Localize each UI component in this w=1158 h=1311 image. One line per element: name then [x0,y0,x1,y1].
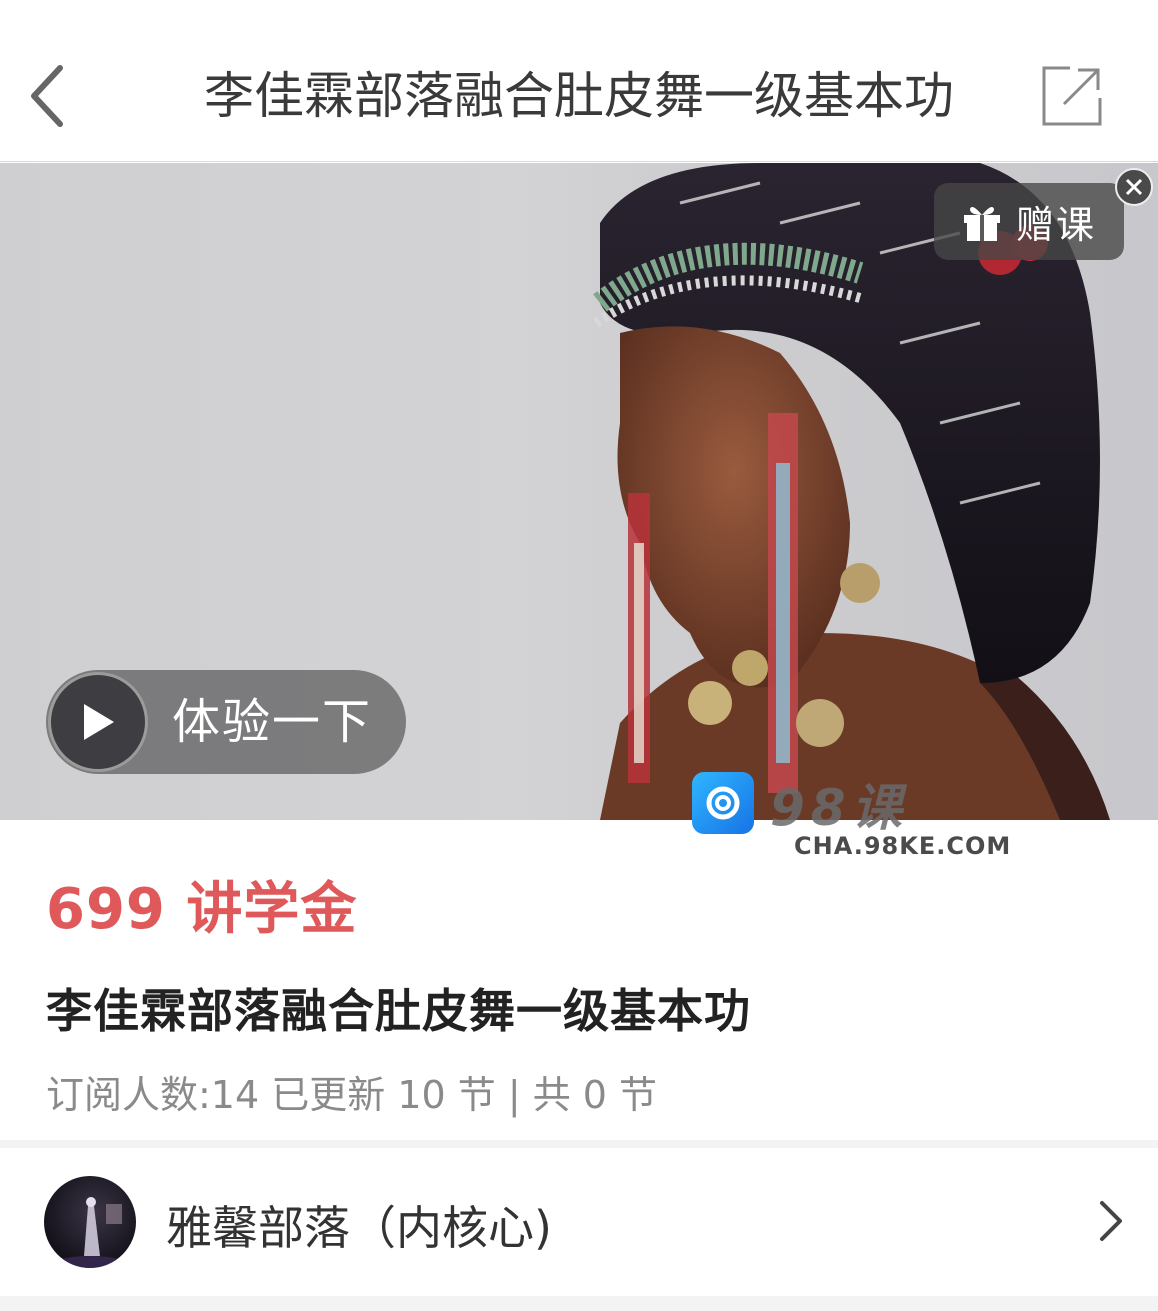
trial-label: 体验一下 [172,694,373,750]
gift-label: 赠课 [1016,203,1097,247]
trial-play-button[interactable]: 体验一下 [46,670,406,774]
share-button[interactable] [1036,60,1108,132]
page-title: 李佳霖部落融合肚皮舞一级基本功 [204,67,954,125]
course-cover[interactable]: 赠课 体验一下 [0,163,1158,820]
back-button[interactable] [14,58,78,134]
section-divider [0,1140,1158,1148]
author-row[interactable]: 雅馨部落（内核心) [0,1148,1158,1296]
share-icon [1042,66,1102,126]
close-gift-button[interactable] [1115,168,1153,206]
author-avatar [44,1176,136,1268]
play-icon-circle [48,672,148,772]
course-meta: 订阅人数:14 已更新 10 节 | 共 0 节 [46,1073,658,1117]
play-icon [84,704,114,740]
course-title: 李佳霖部落融合肚皮舞一级基本功 [46,984,751,1038]
chevron-right-icon [1086,1196,1136,1246]
close-icon [1125,178,1143,196]
top-nav-bar: 李佳霖部落融合肚皮舞一级基本功 [0,0,1158,162]
course-price: 699 讲学金 [46,877,358,942]
watermark-logo-icon [692,772,754,834]
watermark-text: 98课 [770,779,908,837]
watermark: 98课 CHA.98KE.COM [690,772,1010,862]
gift-course-button[interactable]: 赠课 [934,183,1124,260]
watermark-url: CHA.98KE.COM [794,832,1012,860]
gift-icon [964,206,1000,241]
author-name: 雅馨部落（内核心) [166,1201,552,1255]
chevron-left-icon [31,65,63,127]
bottom-divider [0,1296,1158,1311]
